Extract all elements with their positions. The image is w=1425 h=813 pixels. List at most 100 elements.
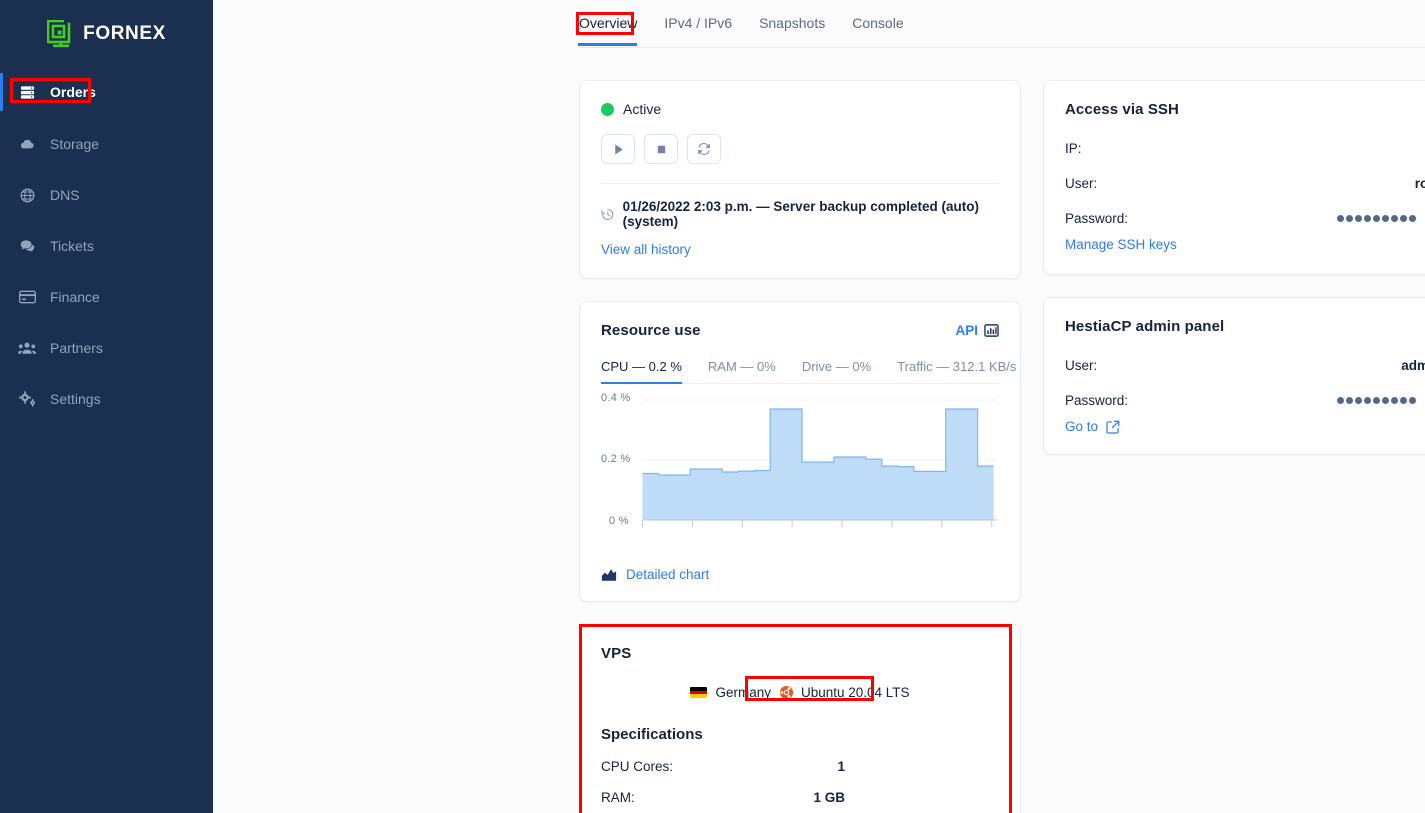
server-icon (18, 83, 36, 101)
resource-tab-label: CPU — 0.2 % (601, 359, 682, 374)
sidebar-item-orders[interactable]: Orders (0, 73, 213, 111)
sidebar-item-label: Settings (50, 391, 101, 407)
page-tabs: Overview IPv4 / IPv6 Snapshots Console (577, 0, 1425, 48)
stop-button[interactable] (644, 134, 678, 164)
tab-console[interactable]: Console (852, 0, 903, 45)
ssh-card-header: Access via SSH (1065, 101, 1425, 122)
ssh-user-label: User: (1065, 175, 1098, 191)
left-column: Active 01/26/2022 2:03 p.m. — Server bac… (579, 80, 1021, 813)
sidebar-item-partners[interactable]: Partners (0, 332, 213, 364)
ssh-password-masked-value (1337, 214, 1416, 222)
history-entry-row: 01/26/2022 2:03 p.m. — Server backup com… (601, 199, 999, 229)
hestiacp-card: HestiaCP admin panel User: admin (1043, 297, 1425, 455)
server-status-card: Active 01/26/2022 2:03 p.m. — Server bac… (579, 80, 1021, 279)
hestia-password-row: Password: (1065, 391, 1425, 409)
spec-row: CPU Cores: 1 (601, 759, 999, 774)
restart-icon (698, 143, 710, 155)
stop-icon (657, 145, 665, 153)
right-column: Access via SSH IP: User: root (1043, 80, 1425, 813)
chat-icon (18, 237, 36, 255)
vps-card-title: VPS (601, 645, 632, 662)
hestia-user-row: User: admin (1065, 356, 1425, 374)
bar-chart-icon (984, 324, 999, 337)
view-history-row: View all history (601, 241, 999, 259)
brand-name: FORNEX (83, 23, 166, 44)
hestia-user-label: User: (1065, 357, 1098, 373)
ssh-ip-label: IP: (1065, 140, 1082, 156)
external-link-icon (1106, 420, 1120, 434)
spec-label: CPU Cores: (601, 759, 674, 774)
sidebar-item-tickets[interactable]: Tickets (0, 230, 213, 262)
y-tick-label-mid: 0.2 % (601, 453, 631, 465)
sidebar-item-finance[interactable]: Finance (0, 281, 213, 313)
history-entry-text: 01/26/2022 2:03 p.m. — Server backup com… (622, 199, 979, 229)
tab-label: Overview (579, 15, 638, 31)
globe-icon (18, 186, 36, 204)
chart-plot-area (641, 399, 998, 527)
hestia-password-masked-value (1337, 396, 1416, 404)
restart-button[interactable] (687, 134, 721, 164)
sidebar: FORNEX Orders Storage DNS Tickets Financ… (0, 0, 213, 813)
sidebar-item-label: Storage (50, 136, 100, 152)
view-all-history-link[interactable]: View all history (601, 242, 691, 257)
vps-card: VPS Germany Ubuntu 20.04 LTS Specificati… (579, 624, 1021, 813)
users-icon (18, 339, 36, 357)
resource-tab-label: RAM — 0% (707, 359, 776, 374)
resource-tab-cpu[interactable]: CPU — 0.2 % (601, 359, 682, 384)
resource-use-card: Resource use API CPU — 0.2 % RAM — 0% Dr… (579, 301, 1021, 602)
sidebar-item-label: Orders (50, 84, 96, 100)
resource-tab-label: Traffic — 312.1 KB/s (897, 359, 1017, 374)
sidebar-item-label: Finance (50, 289, 100, 305)
card-icon (18, 288, 36, 306)
hestia-goto-row[interactable]: Go to (1065, 419, 1425, 434)
resource-tab-drive[interactable]: Drive — 0% (802, 359, 871, 383)
play-icon (614, 143, 623, 155)
ssh-user-value: root (1414, 175, 1425, 191)
gears-icon (18, 390, 36, 408)
vps-os-chip: Ubuntu 20.04 LTS (779, 685, 910, 700)
api-link[interactable]: API (955, 323, 999, 338)
sidebar-item-label: Tickets (50, 238, 94, 254)
sidebar-item-dns[interactable]: DNS (0, 179, 213, 211)
cpu-usage-chart: 0.4 % 0.2 % 0 % (601, 392, 999, 538)
resource-card-header: Resource use API (601, 322, 999, 339)
hestia-user-value: admin (1401, 357, 1425, 373)
resource-tab-traffic[interactable]: Traffic — 312.1 KB/s (897, 359, 1016, 383)
brand-logo[interactable]: FORNEX (0, 0, 213, 62)
resource-tab-label: Drive — 0% (801, 359, 872, 374)
resource-tab-ram[interactable]: RAM — 0% (708, 359, 776, 383)
sidebar-item-storage[interactable]: Storage (0, 128, 213, 160)
tab-snapshots[interactable]: Snapshots (759, 0, 825, 45)
ssh-user-row: User: root (1065, 174, 1425, 192)
tab-ipv4-ipv6[interactable]: IPv4 / IPv6 (664, 0, 732, 45)
hestia-password-label: Password: (1065, 392, 1129, 408)
main-content: Overview IPv4 / IPv6 Snapshots Console A… (213, 0, 1425, 813)
power-controls (601, 134, 999, 164)
active-accent-bar (0, 73, 3, 111)
manage-ssh-keys-link[interactable]: Manage SSH keys (1065, 237, 1177, 252)
vps-country-label: Germany (715, 685, 771, 700)
ssh-ip-row: IP: (1065, 139, 1425, 157)
ssh-password-label: Password: (1065, 210, 1129, 226)
ssh-password-row: Password: (1065, 209, 1425, 227)
resource-card-title: Resource use (601, 322, 701, 339)
ssh-access-card: Access via SSH IP: User: root (1043, 80, 1425, 275)
manage-ssh-keys-row: Manage SSH keys (1065, 236, 1425, 254)
spec-label: RAM: (601, 790, 635, 805)
sidebar-item-label: Partners (50, 340, 103, 356)
sidebar-item-settings[interactable]: Settings (0, 383, 213, 415)
sidebar-nav: Orders Storage DNS Tickets Finance Partn… (0, 73, 213, 415)
resource-tabs: CPU — 0.2 % RAM — 0% Drive — 0% Traffic … (601, 359, 1016, 384)
fornex-logo-icon (47, 20, 74, 48)
detailed-chart-link: Detailed chart (626, 567, 710, 582)
hestia-goto-link: Go to (1065, 419, 1099, 434)
tab-overview[interactable]: Overview (577, 0, 638, 46)
detailed-chart-row[interactable]: Detailed chart (601, 567, 999, 582)
start-button[interactable] (601, 134, 635, 164)
status-row: Active (601, 101, 999, 117)
api-link-label: API (955, 323, 978, 338)
y-tick-label-top: 0.4 % (601, 392, 631, 404)
history-clock-icon (601, 208, 614, 220)
status-dot-icon (601, 102, 614, 116)
spec-value: 1 (837, 759, 845, 774)
